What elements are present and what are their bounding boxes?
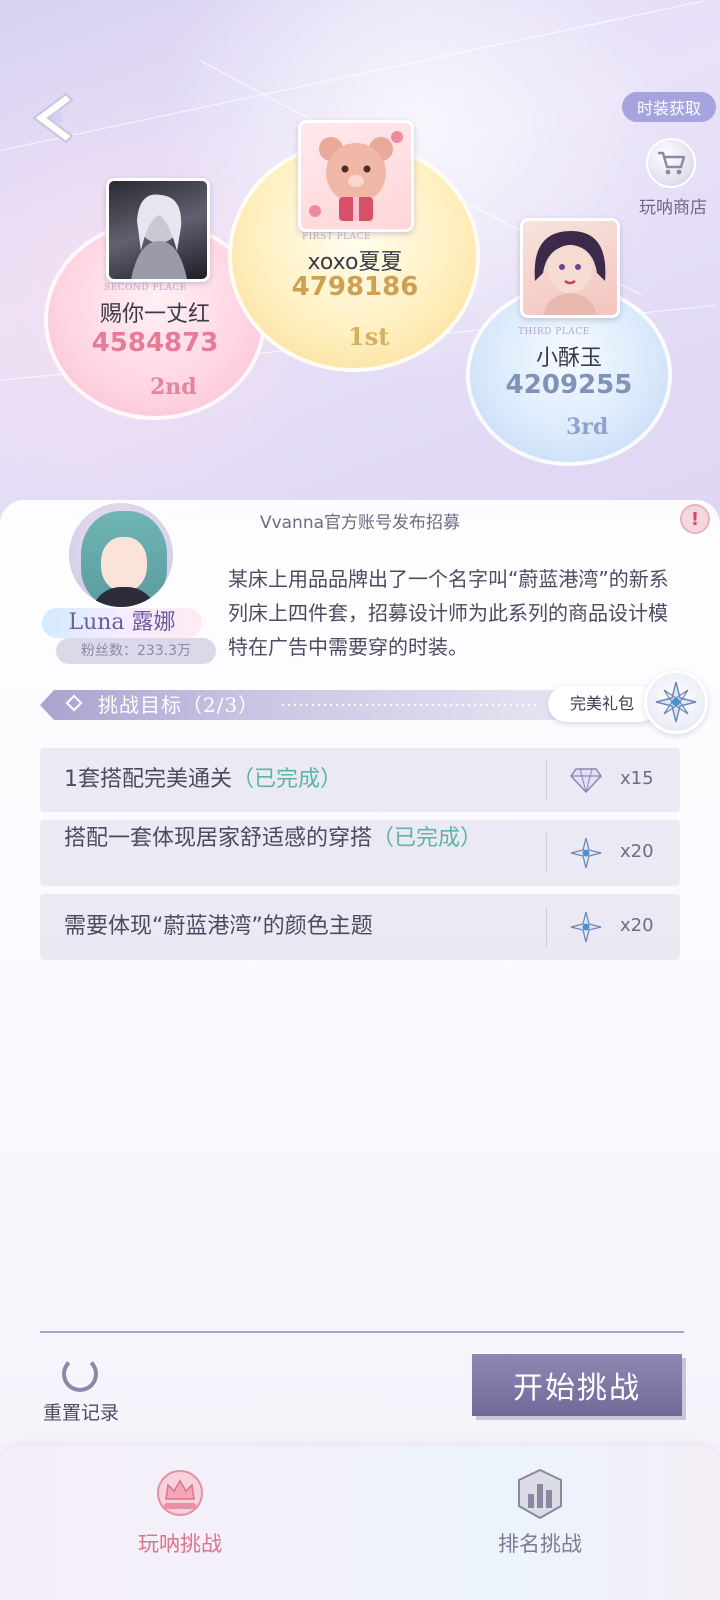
back-arrow-icon (32, 92, 74, 144)
refresh-icon (62, 1356, 98, 1392)
second-place-score: 4584873 (91, 328, 219, 358)
npc-fans-count: 粉丝数：233.3万 (56, 638, 216, 664)
npc-avatar (66, 500, 176, 610)
task-status: （已完成） (232, 767, 343, 792)
tab-vvanna-challenge[interactable]: 玩呐挑战 (80, 1468, 280, 1578)
first-place-tag: FIRST PLACE (302, 232, 372, 242)
reset-record-button[interactable]: 重置记录 (36, 1356, 126, 1426)
task-text: 1套搭配完美通关（已完成） (64, 765, 342, 795)
task-separator (546, 907, 547, 947)
task-reward-qty: x20 (620, 915, 654, 936)
snowflake-gift-icon[interactable] (644, 670, 708, 734)
second-place-name: 赐你一丈红 (99, 302, 210, 327)
third-place-name: 小酥玉 (535, 346, 602, 371)
third-place-avatar (520, 218, 620, 318)
crown-badge-icon (154, 1468, 206, 1520)
cart-icon (646, 138, 696, 188)
second-place-avatar (106, 178, 210, 282)
first-place-avatar (298, 120, 414, 232)
tab-ranking-challenge[interactable]: 排名挑战 (440, 1468, 640, 1578)
fashion-acquire-button[interactable]: 时装获取 (622, 92, 716, 122)
shop-label: 玩呐商店 (639, 198, 707, 218)
task-row: 搭配一套体现居家舒适感的穿搭（已完成） x20 (40, 820, 680, 886)
tab-label: 玩呐挑战 (138, 1532, 222, 1556)
perfect-gift-label[interactable]: 完美礼包 (548, 686, 658, 722)
task-label: 搭配一套体现居家舒适感的穿搭 (64, 826, 373, 851)
start-challenge-button[interactable]: 开始挑战 (472, 1354, 682, 1416)
task-status: （已完成） (372, 826, 483, 851)
first-place-rank: 1st (348, 322, 390, 351)
star-crystal-icon (570, 837, 602, 869)
task-text: 需要体现“蔚蓝港湾”的颜色主题 (64, 912, 373, 942)
star-crystal-icon (570, 911, 602, 943)
post-title: Vvanna官方账号发布招募 (259, 513, 461, 533)
task-row: 需要体现“蔚蓝港湾”的颜色主题 x20 (40, 894, 680, 960)
npc-face (101, 537, 147, 591)
task-separator (546, 833, 547, 873)
first-place-score: 4798186 (291, 272, 419, 302)
task-label: 需要体现“蔚蓝港湾”的颜色主题 (64, 914, 373, 939)
task-reward-qty: x20 (620, 841, 654, 862)
third-place-score: 4209255 (505, 370, 633, 400)
npc-name: Luna 露娜 (42, 608, 202, 638)
second-place-tag: SECOND PLACE (104, 283, 187, 293)
post-description: 某床上用品品牌出了一个名字叫“蔚蓝港湾”的新系列床上四件套，招募设计师为此系列的… (228, 567, 669, 659)
dotted-divider (280, 704, 540, 706)
reset-record-label: 重置记录 (42, 1402, 119, 1424)
task-separator (546, 760, 547, 800)
task-reward-qty: x15 (620, 768, 654, 789)
info-alert-icon[interactable]: ! (680, 504, 710, 534)
task-row: 1套搭配完美通关（已完成） x15 (40, 748, 680, 812)
second-place-rank: 2nd (150, 374, 197, 400)
tab-label: 排名挑战 (498, 1532, 582, 1556)
third-place-rank: 3rd (566, 414, 609, 440)
task-label: 1套搭配完美通关 (64, 767, 232, 792)
task-text: 搭配一套体现居家舒适感的穿搭（已完成） (64, 824, 504, 854)
ranking-badge-icon (514, 1468, 566, 1520)
back-button[interactable] (28, 88, 88, 148)
shop-button[interactable]: 玩呐商店 (630, 138, 716, 222)
diamond-icon (570, 764, 602, 796)
objectives-title: 挑战目标（2/3） (98, 693, 260, 717)
bottom-divider (40, 1331, 684, 1333)
third-place-tag: THIRD PLACE (518, 327, 590, 337)
challenge-panel (0, 500, 720, 1600)
